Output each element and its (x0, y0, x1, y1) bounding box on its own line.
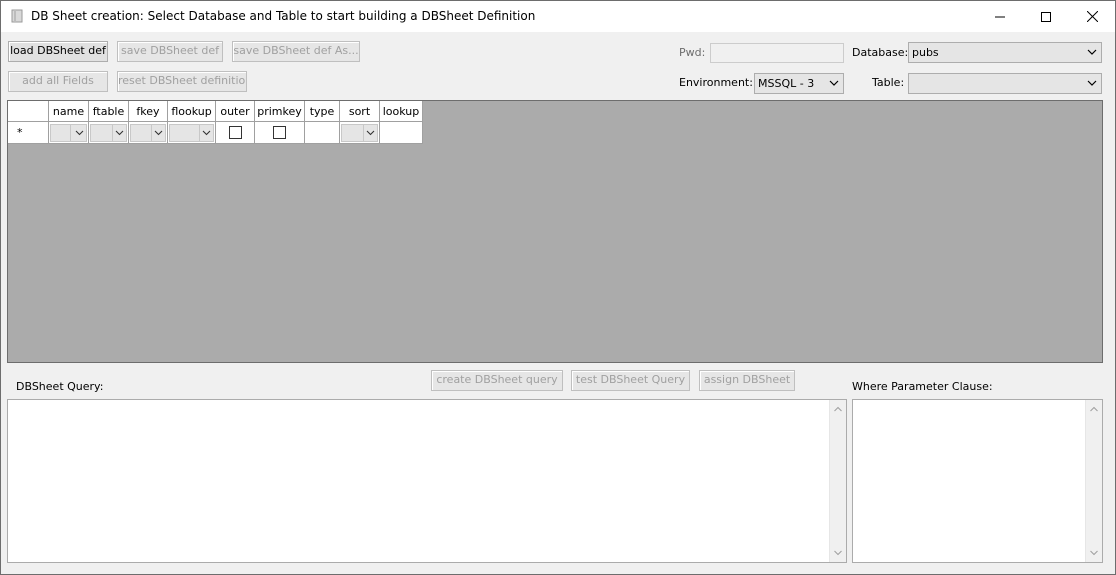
database-value: pubs (912, 46, 939, 59)
cell-fkey[interactable] (129, 122, 168, 144)
scroll-down-icon[interactable] (1090, 550, 1098, 556)
cell-ftable[interactable] (89, 122, 129, 144)
cell-outer[interactable] (216, 122, 255, 144)
outer-checkbox[interactable] (229, 126, 242, 139)
load-dbsheet-def-button[interactable]: load DBSheet def (8, 41, 108, 62)
cell-primkey[interactable] (255, 122, 305, 144)
column-header-sort[interactable]: sort (340, 101, 380, 122)
pwd-label: Pwd: (679, 46, 706, 59)
database-select[interactable]: pubs (908, 42, 1102, 63)
column-header-fkey[interactable]: fkey (129, 101, 168, 122)
scroll-down-icon[interactable] (834, 550, 842, 556)
new-row-marker: * (17, 126, 23, 139)
window-title: DB Sheet creation: Select Database and T… (31, 9, 536, 23)
save-dbsheet-def-as-button[interactable]: save DBSheet def As... (232, 41, 360, 62)
cell-lookup[interactable] (380, 122, 423, 144)
database-label: Database: (852, 46, 909, 59)
row-header-corner (8, 101, 49, 122)
ftable-combo[interactable] (90, 124, 127, 142)
chevron-down-icon (115, 130, 124, 136)
chevron-down-icon (366, 130, 375, 136)
cell-name[interactable] (49, 122, 89, 144)
chevron-down-icon (829, 80, 839, 86)
sort-combo[interactable] (341, 124, 378, 142)
environment-select[interactable]: MSSQL - 3 (754, 73, 844, 94)
create-dbsheet-query-button[interactable]: create DBSheet query (431, 370, 563, 391)
close-icon (1086, 11, 1098, 22)
column-header-flookup[interactable]: flookup (168, 101, 216, 122)
assign-dbsheet-button[interactable]: assign DBSheet (699, 370, 795, 391)
dbsheet-query-textarea[interactable] (7, 399, 847, 563)
dbsheet-query-label: DBSheet Query: (16, 380, 104, 393)
pwd-input[interactable] (710, 43, 844, 63)
environment-label: Environment: (679, 76, 753, 89)
minimize-icon (995, 16, 1005, 17)
where-parameter-clause-textarea[interactable] (852, 399, 1103, 563)
app-icon (11, 9, 23, 23)
cell-sort[interactable] (340, 122, 380, 144)
table-select[interactable] (908, 73, 1102, 94)
fkey-combo[interactable] (130, 124, 166, 142)
scroll-up-icon[interactable] (1090, 406, 1098, 412)
name-combo[interactable] (50, 124, 87, 142)
column-header-type[interactable]: type (305, 101, 340, 122)
chevron-down-icon (154, 130, 163, 136)
environment-value: MSSQL - 3 (758, 77, 815, 90)
table-label: Table: (872, 76, 905, 89)
maximize-button[interactable] (1023, 1, 1069, 32)
column-header-ftable[interactable]: ftable (89, 101, 129, 122)
chevron-down-icon (202, 130, 211, 136)
reset-dbsheet-definition-button[interactable]: reset DBSheet definition (117, 71, 247, 92)
chevron-down-icon (1087, 80, 1097, 86)
where-parameter-clause-label: Where Parameter Clause: (852, 380, 993, 393)
chevron-down-icon (1087, 49, 1097, 55)
add-all-fields-button[interactable]: add all Fields (8, 71, 108, 92)
close-button[interactable] (1069, 1, 1115, 32)
column-header-lookup[interactable]: lookup (380, 101, 423, 122)
title-bar: DB Sheet creation: Select Database and T… (1, 1, 1115, 32)
test-dbsheet-query-button[interactable]: test DBSheet Query (571, 370, 690, 391)
primkey-checkbox[interactable] (273, 126, 286, 139)
new-row-header[interactable]: * (8, 122, 49, 144)
maximize-icon (1041, 11, 1051, 22)
column-header-outer[interactable]: outer (216, 101, 255, 122)
dbsheet-creation-window: DB Sheet creation: Select Database and T… (0, 0, 1116, 575)
save-dbsheet-def-button[interactable]: save DBSheet def (117, 41, 223, 62)
dbsheet-definition-grid[interactable]: name ftable fkey flookup outer primkey t… (7, 100, 1103, 363)
scroll-up-icon[interactable] (834, 406, 842, 412)
where-scrollbar[interactable] (1085, 400, 1102, 562)
minimize-button[interactable] (977, 1, 1023, 32)
query-scrollbar[interactable] (829, 400, 846, 562)
cell-type[interactable] (305, 122, 340, 144)
column-header-name[interactable]: name (49, 101, 89, 122)
cell-flookup[interactable] (168, 122, 216, 144)
chevron-down-icon (75, 130, 84, 136)
flookup-combo[interactable] (169, 124, 214, 142)
column-header-primkey[interactable]: primkey (255, 101, 305, 122)
